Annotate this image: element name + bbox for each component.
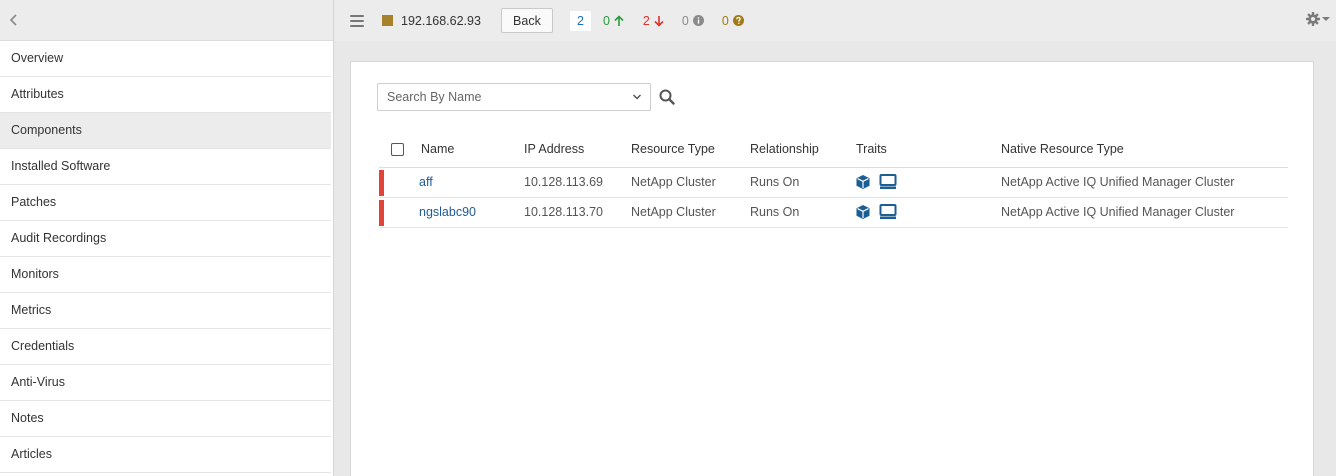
traits-cell xyxy=(856,197,1001,228)
down-count[interactable]: 2 xyxy=(643,14,664,28)
cube-icon xyxy=(856,205,870,219)
sidebar-item-installed-software[interactable]: Installed Software xyxy=(0,149,331,185)
relationship-cell: Runs On xyxy=(750,167,856,198)
cube-icon xyxy=(856,175,870,189)
sidebar-item-components[interactable]: Components xyxy=(0,113,331,149)
back-button[interactable]: Back xyxy=(500,8,553,33)
sidebar-item-attributes[interactable]: Attributes xyxy=(0,77,331,113)
sidebar-item-metrics[interactable]: Metrics xyxy=(0,293,331,329)
monitor-icon xyxy=(879,174,897,189)
resource-type-cell: NetApp Cluster xyxy=(631,197,750,228)
top-bar: 192.168.62.93 Back 2 0 2 0 0 xyxy=(335,0,1336,41)
settings-menu[interactable] xyxy=(1306,12,1330,26)
component-link[interactable]: ngslabc90 xyxy=(419,205,476,219)
ip-cell: 10.128.113.69 xyxy=(524,167,631,198)
row-status-cell xyxy=(379,197,421,228)
table-row[interactable]: aff 10.128.113.69 NetApp Cluster Runs On… xyxy=(379,167,1288,198)
monitor-icon xyxy=(879,204,897,219)
traits-cell xyxy=(856,167,1001,198)
down-status-bar xyxy=(379,169,384,196)
column-header-ip[interactable]: IP Address xyxy=(524,132,631,168)
arrow-up-icon xyxy=(614,14,624,26)
table-header-row: Name IP Address Resource Type Relationsh… xyxy=(379,132,1288,168)
select-all-header xyxy=(379,132,421,168)
unknown-count[interactable]: 0 xyxy=(722,14,744,28)
column-header-traits[interactable]: Traits xyxy=(856,132,1001,168)
up-count-value: 0 xyxy=(602,13,610,28)
hamburger-menu-icon[interactable] xyxy=(350,14,364,27)
unknown-count-value: 0 xyxy=(721,13,729,28)
sidebar-item-patches[interactable]: Patches xyxy=(0,185,331,221)
column-header-relationship[interactable]: Relationship xyxy=(750,132,856,168)
info-circle-icon xyxy=(692,15,704,26)
column-header-resource-type[interactable]: Resource Type xyxy=(631,132,750,168)
components-table: Name IP Address Resource Type Relationsh… xyxy=(379,132,1288,228)
up-count[interactable]: 0 xyxy=(603,14,624,28)
question-circle-icon xyxy=(732,15,744,26)
sidebar-item-overview[interactable]: Overview xyxy=(0,41,331,77)
gear-icon xyxy=(1306,12,1320,26)
ip-cell: 10.128.113.70 xyxy=(524,197,631,228)
sidebar: Overview Attributes Components Installed… xyxy=(0,0,334,476)
arrow-down-icon xyxy=(654,15,664,27)
sidebar-item-monitors[interactable]: Monitors xyxy=(0,257,331,293)
component-link[interactable]: aff xyxy=(419,175,433,189)
relationship-cell: Runs On xyxy=(750,197,856,228)
native-type-cell: NetApp Active IQ Unified Manager Cluster xyxy=(1001,197,1288,228)
search-dropdown[interactable] xyxy=(377,83,651,111)
sidebar-item-articles[interactable]: Articles xyxy=(0,437,331,473)
name-cell: ngslabc90 xyxy=(419,197,524,228)
table-row[interactable]: ngslabc90 10.128.113.70 NetApp Cluster R… xyxy=(379,197,1288,228)
row-status-cell xyxy=(379,167,421,198)
total-count-badge[interactable]: 2 xyxy=(569,10,591,31)
name-cell: aff xyxy=(419,167,524,198)
select-all-checkbox[interactable] xyxy=(391,143,404,157)
sidebar-item-anti-virus[interactable]: Anti-Virus xyxy=(0,365,331,401)
device-host: 192.168.62.93 xyxy=(401,13,481,28)
down-status-bar xyxy=(379,199,384,226)
caret-down-icon xyxy=(1322,17,1330,21)
native-type-cell: NetApp Active IQ Unified Manager Cluster xyxy=(1001,167,1288,198)
search-icon xyxy=(659,89,675,105)
components-panel: Name IP Address Resource Type Relationsh… xyxy=(350,61,1314,476)
resource-type-cell: NetApp Cluster xyxy=(631,167,750,198)
info-count-value: 0 xyxy=(681,13,689,28)
sidebar-header xyxy=(0,0,333,41)
search-button[interactable] xyxy=(659,89,675,105)
sidebar-item-credentials[interactable]: Credentials xyxy=(0,329,331,365)
chevron-down-icon[interactable] xyxy=(632,93,642,101)
column-header-name[interactable]: Name xyxy=(421,132,524,168)
search-input[interactable] xyxy=(387,90,617,104)
chevron-left-icon[interactable] xyxy=(8,13,20,27)
search-row xyxy=(377,83,675,111)
sidebar-item-audit-recordings[interactable]: Audit Recordings xyxy=(0,221,331,257)
sidebar-nav: Overview Attributes Components Installed… xyxy=(0,41,333,473)
info-count[interactable]: 0 xyxy=(682,14,704,28)
down-count-value: 2 xyxy=(642,13,650,28)
sidebar-item-notes[interactable]: Notes xyxy=(0,401,331,437)
device-status-square xyxy=(382,15,393,26)
column-header-native-type[interactable]: Native Resource Type xyxy=(1001,132,1288,168)
